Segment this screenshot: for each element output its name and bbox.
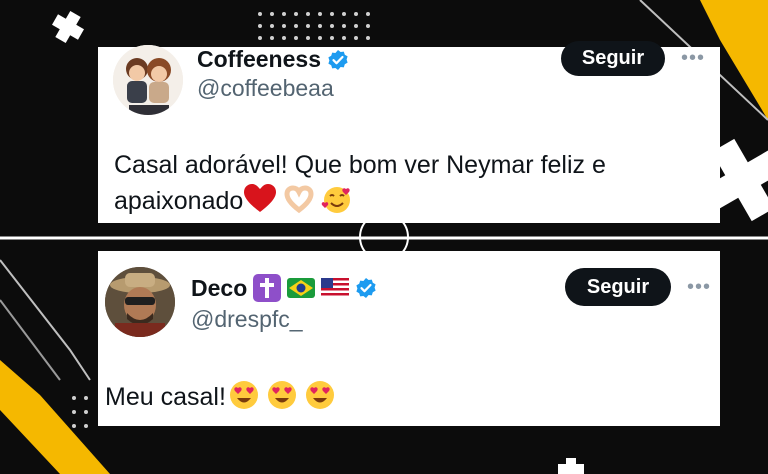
display-name-text: Coffeeness [197,46,321,72]
heart-eyes-emoji [267,381,296,409]
avatar[interactable] [105,267,175,337]
follow-button[interactable]: Seguir [565,268,671,306]
verified-badge-icon [328,49,348,70]
display-name[interactable]: Deco [191,274,377,302]
user-handle[interactable]: @drespfc_ [191,306,303,333]
heart-eyes-emoji [229,381,258,409]
brazil-flag-icon [287,278,316,298]
verified-badge-icon [356,278,376,298]
tweet-text-line2: apaixonado [114,187,244,215]
tweet-text: Meu casal! [105,379,705,415]
display-name[interactable]: Coffeeness [197,46,349,73]
more-options-icon[interactable]: ••• [681,47,705,70]
tweet-text-line: Meu casal! [105,383,226,411]
follow-button[interactable]: Seguir [561,41,665,76]
user-handle[interactable]: @coffeebeaa [197,75,334,102]
heart-hands-emoji [284,185,314,214]
smiling-face-with-hearts-emoji [322,187,351,213]
avatar-illustration [105,267,175,337]
heart-eyes-emoji [305,381,334,409]
usa-flag-icon [321,278,350,298]
heart-emoji [244,184,277,212]
display-name-text: Deco [191,274,248,301]
tweet-card: Coffeeness @coffeebeaa Seguir ••• Casal … [98,41,720,223]
avatar[interactable] [113,45,183,115]
tweet-text: Casal adorável! Que bom ver Neymar feliz… [114,147,694,219]
tweet-text-line1: Casal adorável! Que bom ver Neymar feliz… [114,151,606,179]
more-options-icon[interactable]: ••• [687,276,711,299]
avatar-illustration [113,45,183,115]
tweet-card: Deco @drespfc_ Seguir ••• Meu casal! [98,251,720,426]
latin-cross-icon [253,274,282,302]
